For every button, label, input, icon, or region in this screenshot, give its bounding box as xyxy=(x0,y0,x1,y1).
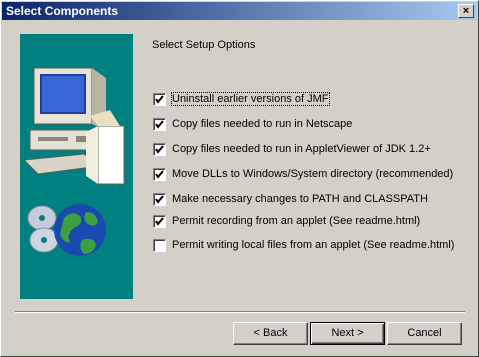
option-label: Uninstall earlier versions of JMF xyxy=(171,92,330,106)
check-icon xyxy=(155,145,164,154)
setup-illustration xyxy=(20,34,133,299)
separator xyxy=(15,311,465,313)
checkbox[interactable] xyxy=(153,168,166,181)
section-heading: Select Setup Options xyxy=(152,39,256,51)
option-label: Copy files needed to run in Netscape xyxy=(172,118,353,130)
computer-illustration xyxy=(22,67,125,256)
option-label: Permit writing local files from an apple… xyxy=(172,239,455,251)
check-icon xyxy=(155,170,164,179)
close-icon: × xyxy=(462,5,470,17)
option-label: Move DLLs to Windows/System directory (r… xyxy=(172,168,454,180)
close-button[interactable]: × xyxy=(458,4,474,18)
check-icon xyxy=(155,95,164,104)
back-button[interactable]: < Back xyxy=(233,322,308,345)
cancel-button[interactable]: Cancel xyxy=(387,322,462,345)
option-label: Permit recording from an applet (See rea… xyxy=(172,215,421,227)
option-label: Make necessary changes to PATH and CLASS… xyxy=(172,193,428,205)
title-bar[interactable]: Select Components × xyxy=(2,2,477,20)
option-label: Copy files needed to run in AppletViewer… xyxy=(172,143,431,155)
checkbox[interactable] xyxy=(153,239,166,252)
next-button[interactable]: Next > xyxy=(310,322,385,345)
check-icon xyxy=(155,217,164,226)
checkbox[interactable] xyxy=(153,118,166,131)
check-icon xyxy=(155,195,164,204)
checkbox[interactable] xyxy=(153,193,166,206)
dialog-window: Select Components × Select Setup Options… xyxy=(0,0,479,357)
checkbox[interactable] xyxy=(153,215,166,228)
check-icon xyxy=(155,120,164,129)
checkbox[interactable] xyxy=(153,93,166,106)
checkbox[interactable] xyxy=(153,143,166,156)
window-title: Select Components xyxy=(6,4,119,18)
